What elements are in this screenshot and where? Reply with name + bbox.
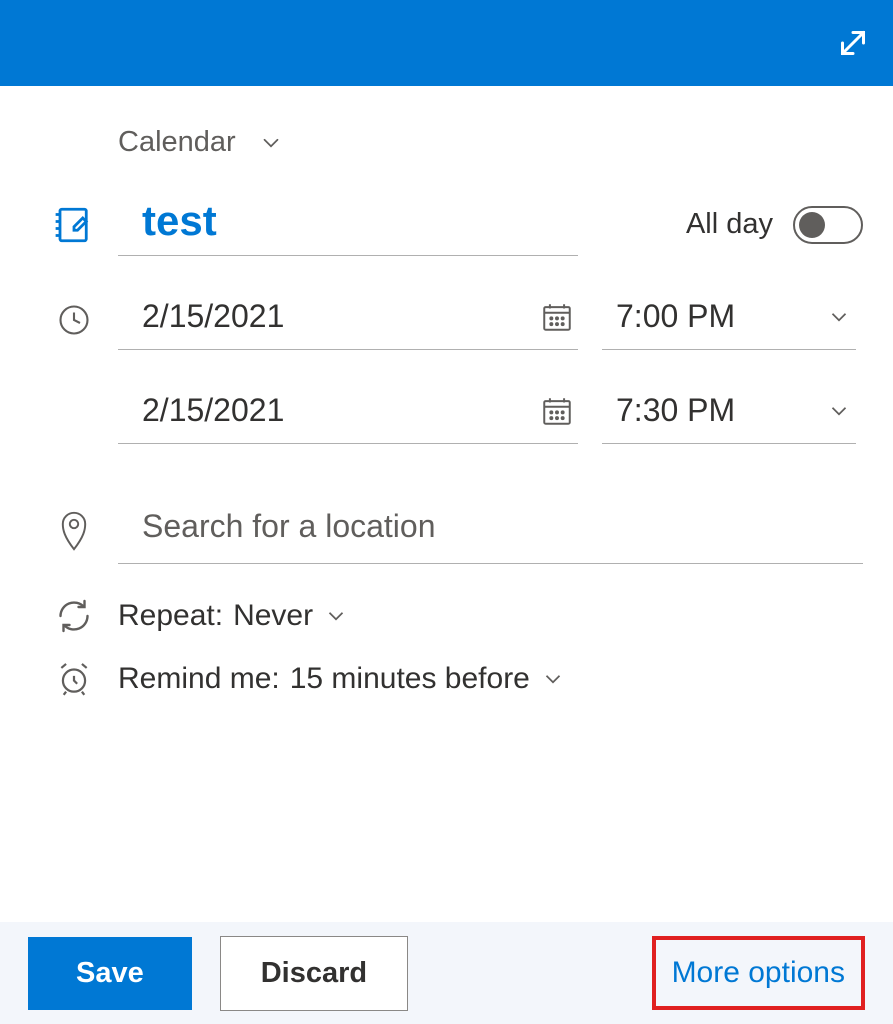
- start-time-value: 7:00 PM: [616, 298, 735, 335]
- discard-button[interactable]: Discard: [220, 936, 408, 1011]
- expand-icon[interactable]: [835, 25, 871, 61]
- chevron-down-icon: [826, 398, 852, 424]
- end-date-field[interactable]: 2/15/2021: [118, 384, 578, 444]
- save-button[interactable]: Save: [28, 937, 192, 1010]
- dialog-header: [0, 0, 893, 86]
- chevron-down-icon: [826, 304, 852, 330]
- location-input[interactable]: [118, 498, 863, 564]
- remind-value: 15 minutes before: [290, 662, 530, 696]
- end-date-value: 2/15/2021: [142, 392, 284, 429]
- event-title-icon: [30, 204, 118, 246]
- end-time-field[interactable]: 7:30 PM: [602, 384, 856, 444]
- event-form: Calendar All day: [0, 86, 893, 698]
- calendar-icon: [540, 300, 574, 334]
- calendar-dropdown[interactable]: Calendar: [118, 126, 284, 159]
- allday-toggle[interactable]: [793, 206, 863, 244]
- more-options-link[interactable]: More options: [652, 936, 865, 1010]
- repeat-icon: [30, 598, 118, 634]
- remind-dropdown[interactable]: 15 minutes before: [290, 662, 566, 696]
- location-icon: [30, 510, 118, 552]
- end-time-value: 7:30 PM: [616, 392, 735, 429]
- repeat-label: Repeat:: [118, 599, 223, 633]
- dialog-footer: Save Discard More options: [0, 922, 893, 1024]
- calendar-dropdown-label: Calendar: [118, 126, 236, 159]
- repeat-dropdown[interactable]: Never: [233, 599, 349, 633]
- reminder-icon: [30, 660, 118, 698]
- start-date-value: 2/15/2021: [142, 298, 284, 335]
- chevron-down-icon: [258, 130, 284, 156]
- remind-label: Remind me:: [118, 662, 280, 696]
- repeat-value: Never: [233, 599, 313, 633]
- allday-label: All day: [686, 208, 773, 241]
- chevron-down-icon: [540, 666, 566, 692]
- start-time-field[interactable]: 7:00 PM: [602, 290, 856, 350]
- chevron-down-icon: [323, 603, 349, 629]
- calendar-icon: [540, 394, 574, 428]
- start-date-field[interactable]: 2/15/2021: [118, 290, 578, 350]
- event-title-input[interactable]: [118, 193, 578, 256]
- toggle-knob: [799, 212, 825, 238]
- time-icon: [30, 302, 118, 338]
